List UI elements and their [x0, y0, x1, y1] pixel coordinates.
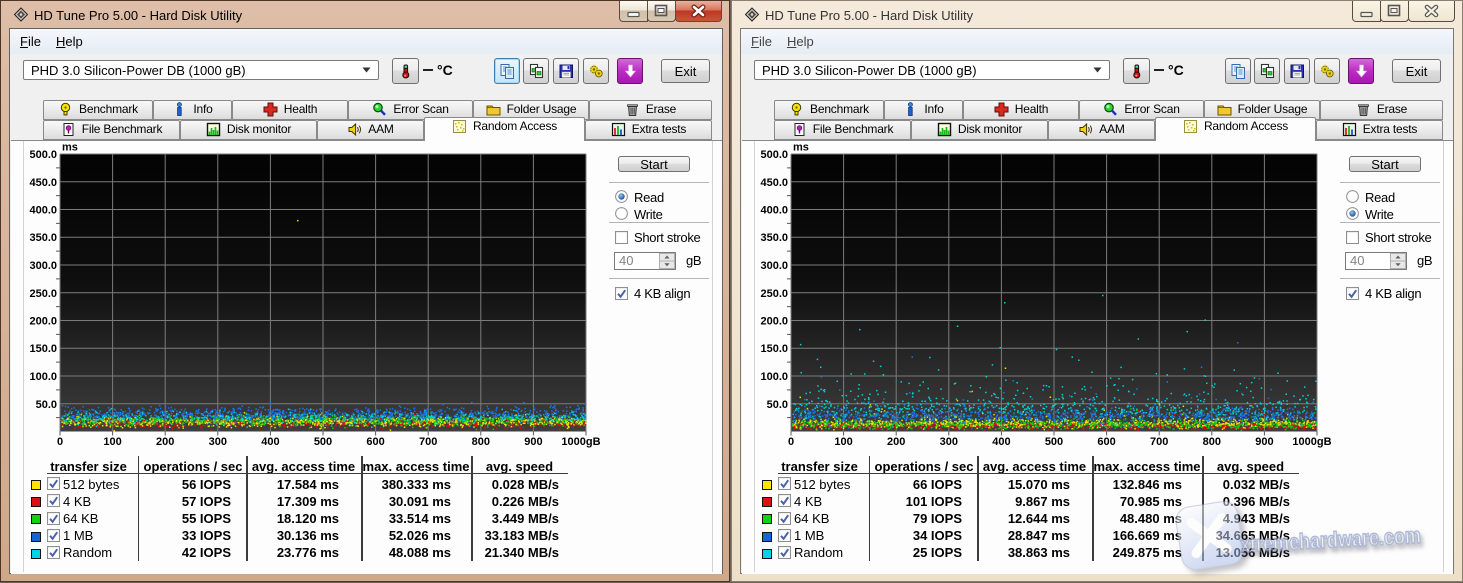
svg-text:400: 400 — [261, 436, 279, 448]
svg-text:150.0: 150.0 — [760, 343, 788, 355]
svg-text:400: 400 — [992, 436, 1010, 448]
svg-text:350.0: 350.0 — [760, 232, 788, 244]
svg-text:500.0: 500.0 — [760, 149, 788, 161]
svg-text:300: 300 — [209, 436, 227, 448]
svg-text:1000gB: 1000gB — [1292, 436, 1331, 448]
svg-text:450.0: 450.0 — [760, 177, 788, 189]
svg-text:600: 600 — [366, 436, 384, 448]
svg-text:400.0: 400.0 — [29, 205, 57, 217]
svg-text:300.0: 300.0 — [760, 260, 788, 272]
svg-text:xtremehardware.com: xtremehardware.com — [1239, 523, 1421, 557]
svg-text:100.0: 100.0 — [29, 371, 57, 383]
svg-text:350.0: 350.0 — [29, 232, 57, 244]
svg-text:200.0: 200.0 — [760, 316, 788, 328]
svg-text:500.0: 500.0 — [29, 149, 57, 161]
svg-text:150.0: 150.0 — [29, 343, 57, 355]
svg-text:0: 0 — [788, 436, 794, 448]
svg-text:100.0: 100.0 — [760, 371, 788, 383]
svg-text:500: 500 — [314, 436, 332, 448]
svg-text:700: 700 — [419, 436, 437, 448]
svg-text:40: 40 — [619, 253, 633, 268]
svg-text:450.0: 450.0 — [29, 177, 57, 189]
svg-text:100: 100 — [834, 436, 852, 448]
svg-text:200: 200 — [156, 436, 174, 448]
svg-text:900: 900 — [1255, 436, 1273, 448]
svg-text:600: 600 — [1097, 436, 1115, 448]
svg-text:100: 100 — [103, 436, 121, 448]
svg-text:50.0: 50.0 — [767, 399, 788, 411]
svg-text:ms: ms — [62, 142, 78, 154]
svg-text:250.0: 250.0 — [760, 288, 788, 300]
svg-text:500: 500 — [1045, 436, 1063, 448]
svg-text:800: 800 — [472, 436, 490, 448]
svg-text:ms: ms — [793, 142, 809, 154]
svg-text:400.0: 400.0 — [760, 205, 788, 217]
svg-text:200.0: 200.0 — [29, 316, 57, 328]
svg-text:800: 800 — [1203, 436, 1221, 448]
svg-text:1000gB: 1000gB — [561, 436, 600, 448]
svg-text:200: 200 — [887, 436, 905, 448]
svg-text:250.0: 250.0 — [29, 288, 57, 300]
svg-text:900: 900 — [524, 436, 542, 448]
svg-text:0: 0 — [57, 436, 63, 448]
svg-text:40: 40 — [1350, 253, 1364, 268]
svg-text:300: 300 — [940, 436, 958, 448]
svg-text:300.0: 300.0 — [29, 260, 57, 272]
svg-text:700: 700 — [1150, 436, 1168, 448]
svg-text:50.0: 50.0 — [36, 399, 57, 411]
